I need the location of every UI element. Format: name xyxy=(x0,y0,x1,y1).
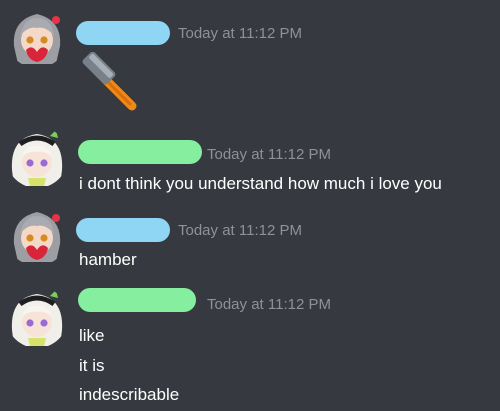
avatar-gray-hair[interactable] xyxy=(6,204,68,266)
avatar-gray-hair[interactable] xyxy=(6,6,68,68)
timestamp: Today at 11:12 PM xyxy=(178,25,302,42)
message-text: hamber xyxy=(79,250,137,269)
message-text: i dont think you understand how much i l… xyxy=(79,174,442,193)
gray-hair-avatar-icon xyxy=(6,204,68,266)
message-text: it is xyxy=(79,356,105,375)
avatar-white-hair[interactable] xyxy=(6,126,68,188)
timestamp: Today at 11:12 PM xyxy=(207,296,331,313)
timestamp: Today at 11:12 PM xyxy=(207,146,331,163)
username-redacted[interactable] xyxy=(78,288,196,312)
white-hair-avatar-icon xyxy=(6,126,68,188)
white-hair-avatar-icon xyxy=(6,286,68,348)
message-text: indescribable xyxy=(79,385,180,404)
avatar-white-hair[interactable] xyxy=(6,286,68,348)
username-redacted[interactable] xyxy=(76,218,170,242)
timestamp: Today at 11:12 PM xyxy=(178,222,302,239)
username-redacted[interactable] xyxy=(76,21,170,45)
message-text: like xyxy=(79,326,105,345)
username-redacted[interactable] xyxy=(78,140,202,164)
hammer-icon xyxy=(78,51,140,119)
gray-hair-avatar-icon xyxy=(6,6,68,68)
